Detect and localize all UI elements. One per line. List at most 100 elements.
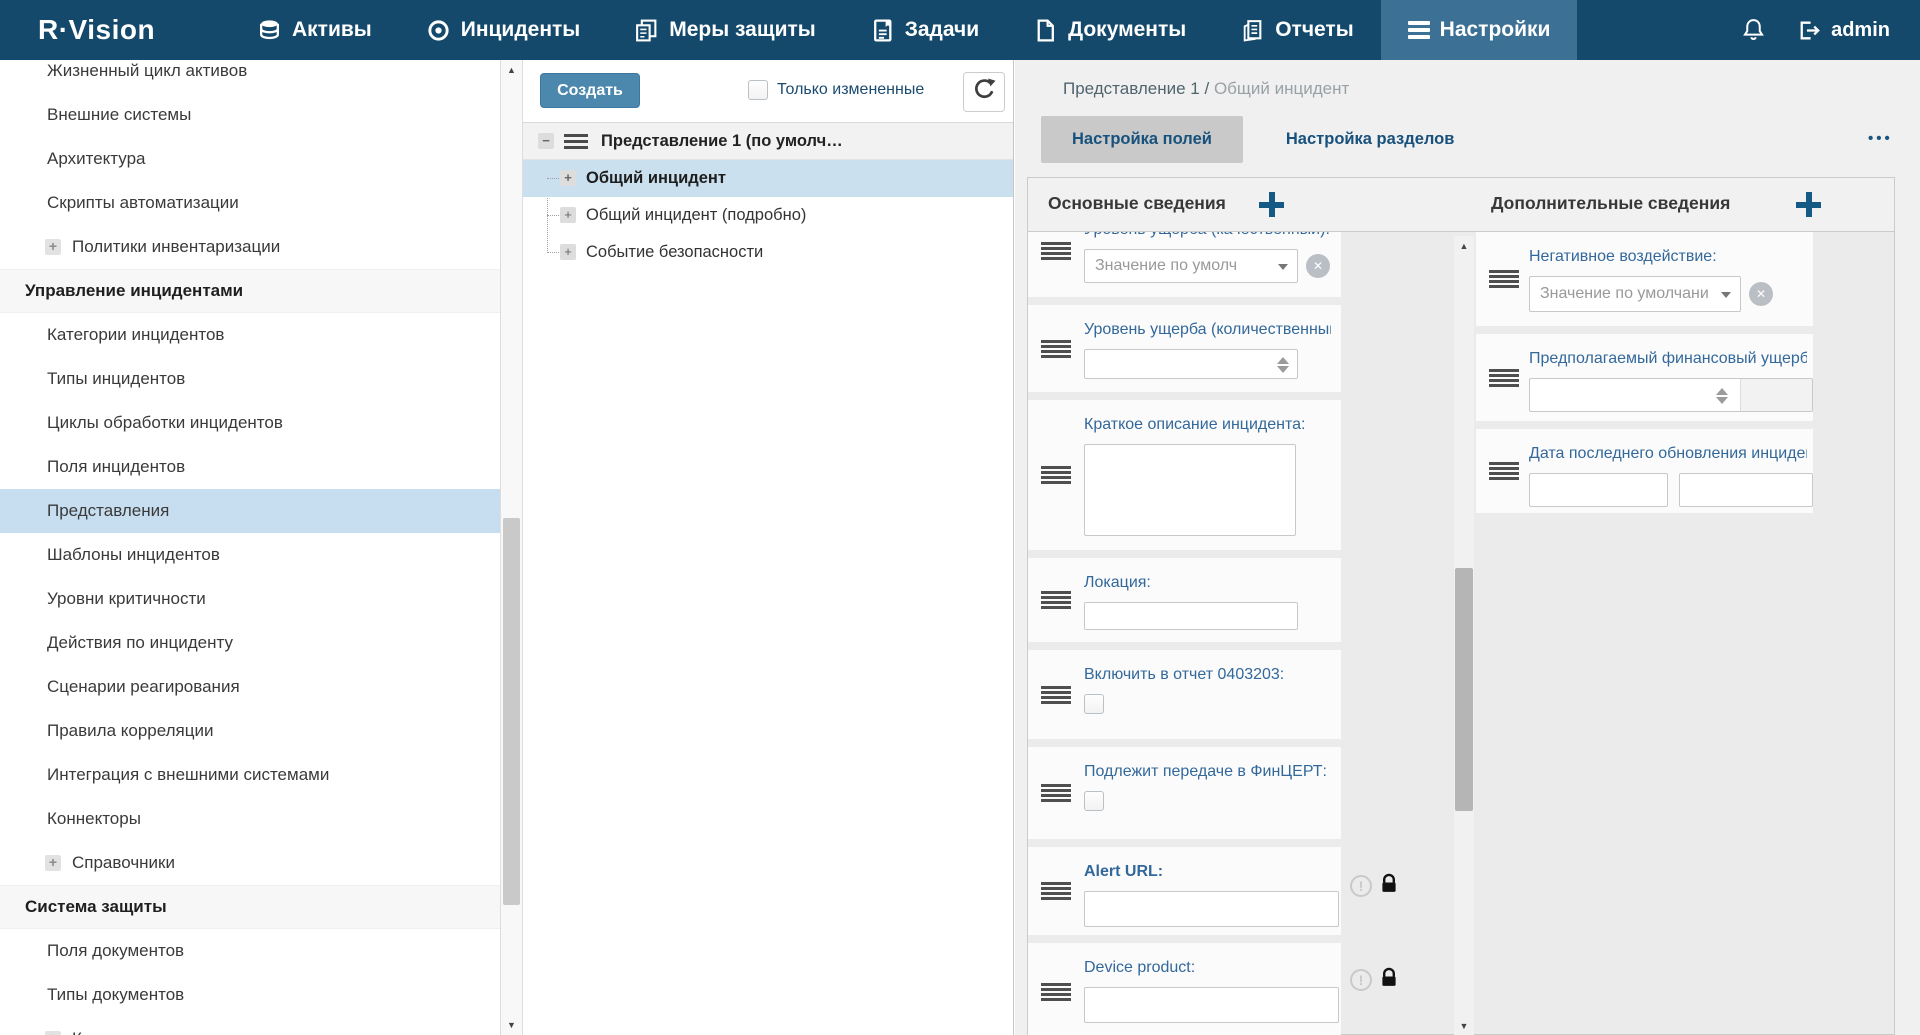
clear-value-icon[interactable]: ✕: [1749, 282, 1773, 306]
sidebar-item-incident-templates[interactable]: Шаблоны инцидентов: [0, 533, 500, 577]
drag-handle-icon[interactable]: [1041, 983, 1071, 986]
sidebar-scrollbar[interactable]: ▲ ▼: [500, 60, 523, 1035]
sidebar-item-connectors[interactable]: Коннекторы: [0, 797, 500, 841]
nav-item-reports[interactable]: Отчеты: [1213, 0, 1380, 60]
tree-item-common-incident[interactable]: + Общий инцидент: [523, 160, 1013, 197]
sidebar-item-response-scenarios[interactable]: Сценарии реагирования: [0, 665, 500, 709]
more-options-icon[interactable]: •••: [1868, 130, 1893, 147]
field-label[interactable]: Дата последнего обновления инцидента:: [1529, 443, 1807, 465]
default-value-select[interactable]: Значение по умолчани: [1529, 276, 1741, 312]
field-label[interactable]: Уровень ущерба (количественный):: [1084, 319, 1331, 341]
tab-field-settings[interactable]: Настройка полей: [1041, 116, 1243, 163]
fincert-checkbox[interactable]: [1084, 791, 1104, 811]
notifications-bell-icon[interactable]: [1719, 17, 1788, 43]
scroll-up-icon[interactable]: ▲: [1454, 236, 1474, 256]
sidebar-item-inventory-policies[interactable]: +Политики инвентаризации: [0, 225, 500, 269]
drag-handle-icon[interactable]: [1041, 591, 1071, 594]
logout-user-button[interactable]: admin: [1796, 18, 1890, 43]
field-label[interactable]: Краткое описание инцидента:: [1084, 414, 1331, 436]
nav-item-incidents[interactable]: Инциденты: [399, 0, 608, 60]
fields-scrollbar[interactable]: ▲ ▼: [1454, 236, 1474, 1035]
number-input[interactable]: [1529, 378, 1813, 412]
nav-item-assets[interactable]: Активы: [230, 0, 399, 60]
scroll-down-icon[interactable]: ▼: [501, 1015, 522, 1035]
sidebar-item-incident-types[interactable]: Типы инцидентов: [0, 357, 500, 401]
field-label[interactable]: Alert URL:: [1084, 861, 1331, 883]
create-button[interactable]: Создать: [540, 73, 640, 108]
drag-handle-icon[interactable]: [1041, 686, 1071, 689]
drag-handle-icon[interactable]: [1041, 340, 1071, 343]
field-label[interactable]: Локация:: [1084, 572, 1331, 594]
add-field-icon[interactable]: [1259, 192, 1284, 217]
sidebar-item-reference-books[interactable]: +Справочники: [0, 841, 500, 885]
default-value-select[interactable]: Значение по умолч: [1084, 249, 1298, 283]
expand-plus-icon[interactable]: +: [45, 239, 61, 255]
drag-handle-icon[interactable]: [1041, 784, 1071, 787]
drag-handle-icon[interactable]: [1489, 369, 1519, 372]
drag-handle-icon[interactable]: [1041, 882, 1071, 885]
sidebar-item-incident-actions[interactable]: Действия по инциденту: [0, 621, 500, 665]
only-changed-checkbox[interactable]: [748, 80, 768, 100]
alert-url-input[interactable]: [1084, 891, 1339, 927]
scroll-up-icon[interactable]: ▲: [501, 60, 522, 80]
description-textarea[interactable]: [1084, 444, 1296, 536]
sidebar-item-document-fields[interactable]: Поля документов: [0, 929, 500, 973]
drag-handle-icon[interactable]: [1041, 466, 1071, 469]
breadcrumb-view[interactable]: Представление 1: [1063, 79, 1200, 98]
field-label[interactable]: Уровень ущерба (качественный):: [1084, 232, 1331, 241]
scroll-down-icon[interactable]: ▼: [1454, 1016, 1474, 1035]
field-label[interactable]: Device product:: [1084, 957, 1331, 979]
sidebar-item-architecture[interactable]: Архитектура: [0, 137, 500, 181]
sidebar-scrollbar-thumb[interactable]: [503, 518, 520, 905]
sidebar-item-incident-processing-cycles[interactable]: Циклы обработки инцидентов: [0, 401, 500, 445]
field-label[interactable]: Включить в отчет 0403203:: [1084, 664, 1331, 686]
tree-root-view-1[interactable]: − Представление 1 (по умолч…: [523, 123, 1013, 160]
date-from-input[interactable]: [1529, 473, 1668, 507]
nav-item-protection-measures[interactable]: Меры защиты: [607, 0, 842, 60]
tree-item-security-event[interactable]: + Событие безопасности: [523, 234, 1013, 271]
expand-plus-icon[interactable]: +: [560, 207, 576, 223]
date-to-input[interactable]: [1679, 473, 1813, 507]
sidebar-item-views[interactable]: Представления: [0, 489, 500, 533]
device-product-input[interactable]: [1084, 987, 1339, 1023]
tree-item-common-incident-detailed[interactable]: + Общий инцидент (подробно): [523, 197, 1013, 234]
sidebar-item-incident-fields[interactable]: Поля инцидентов: [0, 445, 500, 489]
sidebar-item-correlation-rules[interactable]: Правила корреляции: [0, 709, 500, 753]
nav-item-documents[interactable]: Документы: [1006, 0, 1213, 60]
expand-plus-icon[interactable]: +: [560, 244, 576, 260]
sidebar-item-external-systems[interactable]: Внешние системы: [0, 93, 500, 137]
field-label[interactable]: Предполагаемый финансовый ущерб:: [1529, 348, 1807, 370]
drag-handle-icon[interactable]: [1489, 270, 1519, 273]
include-report-checkbox[interactable]: [1084, 694, 1104, 714]
only-changed-label: Только измененные: [777, 81, 924, 99]
spinner-arrows-icon[interactable]: [1277, 355, 1289, 375]
sidebar-item-protection-catalogs[interactable]: +Каталоги защитных мер: [0, 1017, 500, 1035]
clear-value-icon[interactable]: ✕: [1306, 254, 1330, 278]
sidebar-item-asset-lifecycle[interactable]: Жизненный цикл активов: [0, 60, 500, 93]
drag-handle-icon[interactable]: [1041, 242, 1071, 245]
sidebar-item-criticality-levels[interactable]: Уровни критичности: [0, 577, 500, 621]
expand-plus-icon[interactable]: +: [45, 855, 61, 871]
expand-plus-icon[interactable]: +: [45, 1031, 61, 1035]
location-input[interactable]: [1084, 602, 1298, 630]
spinner-arrows-icon[interactable]: [1716, 386, 1728, 406]
drag-handle-icon[interactable]: [1489, 462, 1519, 465]
sidebar-item-document-types[interactable]: Типы документов: [0, 973, 500, 1017]
sidebar-item-external-integration[interactable]: Интеграция с внешними системами: [0, 753, 500, 797]
field-label[interactable]: Негативное воздействие:: [1529, 246, 1807, 268]
add-field-icon[interactable]: [1796, 192, 1821, 217]
drag-handle-icon[interactable]: [564, 134, 588, 137]
fields-scrollbar-thumb[interactable]: [1455, 568, 1473, 811]
views-tree-panel: Создать Только измененные − Представлени…: [523, 60, 1014, 1035]
sidebar-item-incident-categories[interactable]: Категории инцидентов: [0, 313, 500, 357]
field-label[interactable]: Подлежит передаче в ФинЦЕРТ:: [1084, 761, 1331, 783]
tab-section-settings[interactable]: Настройка разделов: [1255, 116, 1485, 163]
refresh-button[interactable]: [963, 72, 1005, 112]
sections-header: Основные сведения Дополнительные сведени…: [1028, 178, 1894, 232]
expand-plus-icon[interactable]: +: [560, 170, 576, 186]
number-input[interactable]: [1084, 349, 1298, 379]
nav-item-tasks[interactable]: Задачи: [843, 0, 1006, 60]
sidebar-item-automation-scripts[interactable]: Скрипты автоматизации: [0, 181, 500, 225]
nav-item-settings[interactable]: Настройки: [1381, 0, 1578, 60]
collapse-icon[interactable]: −: [538, 133, 554, 149]
